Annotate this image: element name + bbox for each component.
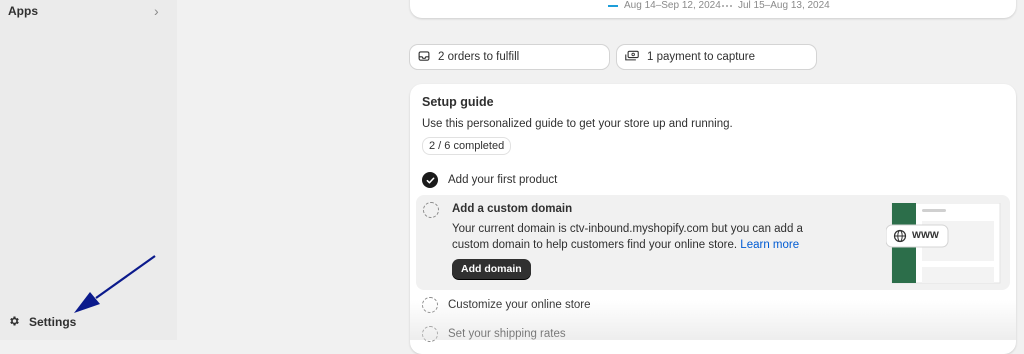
annotation-arrow [74,255,156,313]
